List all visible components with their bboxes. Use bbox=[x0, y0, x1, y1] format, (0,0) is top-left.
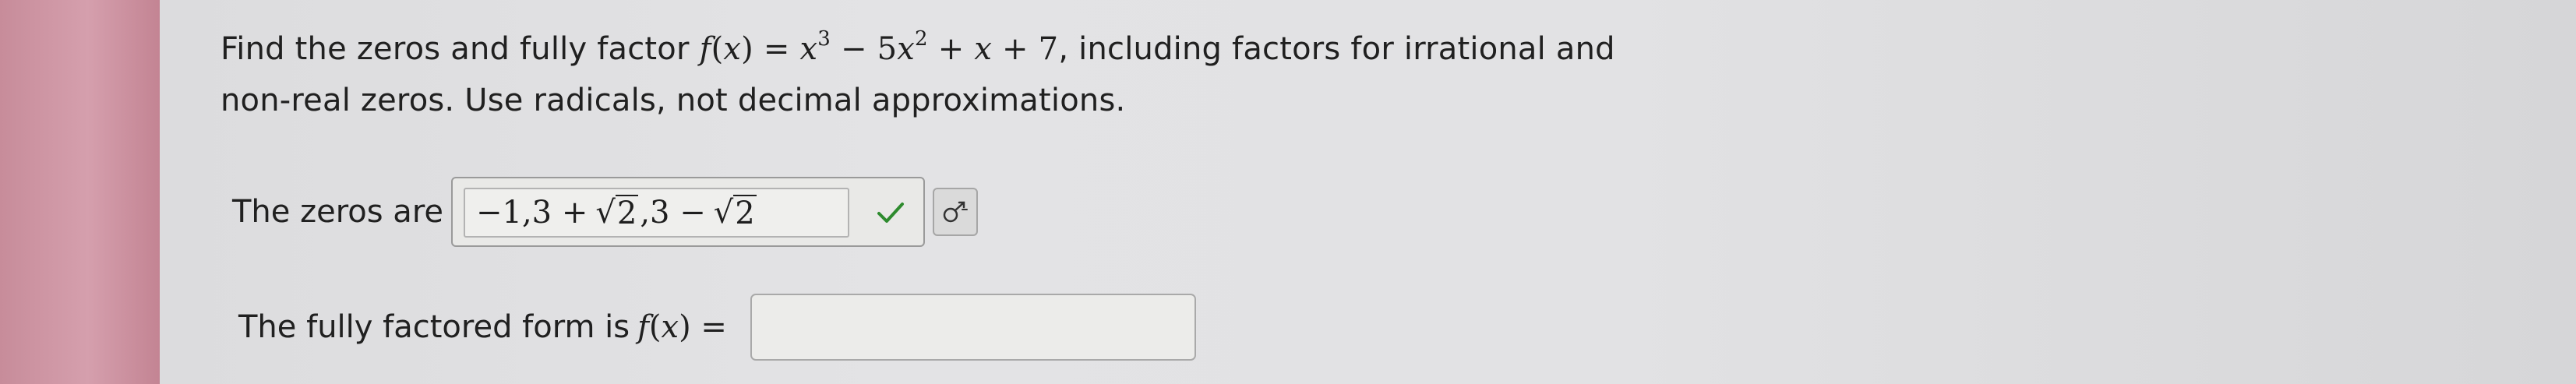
math-format-button[interactable] bbox=[933, 188, 978, 236]
zeros-input[interactable]: −1,3 + √ 2 ,3 − √ 2 bbox=[464, 188, 849, 238]
polynomial-expression: f(x) = x3 − 5x2 + x + 7 bbox=[699, 27, 1059, 67]
sqrt-symbol: √ bbox=[713, 195, 734, 231]
zeros-value-part1: −1,3 + bbox=[476, 195, 588, 231]
question-prefix: Find the zeros and fully factor bbox=[221, 31, 690, 67]
sqrt-symbol: √ bbox=[595, 195, 616, 231]
factored-label: The fully factored form is bbox=[238, 309, 630, 345]
radical-1: √ 2 bbox=[595, 195, 639, 231]
factored-form-input[interactable] bbox=[750, 294, 1196, 361]
zeros-row: The zeros are −1,3 + √ 2 ,3 − √ 2 bbox=[232, 173, 978, 251]
math-format-icon bbox=[943, 201, 968, 223]
factored-row: The fully factored form is f(x) = bbox=[238, 292, 1196, 362]
zeros-label: The zeros are bbox=[232, 194, 443, 230]
question-line-2: non-real zeros. Use radicals, not decima… bbox=[221, 83, 1126, 118]
question-text: Find the zeros and fully factor f(x) = x… bbox=[221, 23, 1615, 126]
zeros-value-part2: ,3 − bbox=[640, 195, 706, 231]
question-line-1: Find the zeros and fully factor f(x) = x… bbox=[221, 23, 1615, 75]
check-icon bbox=[877, 203, 904, 223]
radical-2: √ 2 bbox=[713, 195, 757, 231]
zeros-answer-container: −1,3 + √ 2 ,3 − √ 2 bbox=[451, 177, 925, 247]
factored-lhs: f(x) = bbox=[637, 309, 727, 345]
question-suffix: , including factors for irrational and bbox=[1058, 31, 1615, 67]
left-background-strip bbox=[0, 0, 160, 384]
